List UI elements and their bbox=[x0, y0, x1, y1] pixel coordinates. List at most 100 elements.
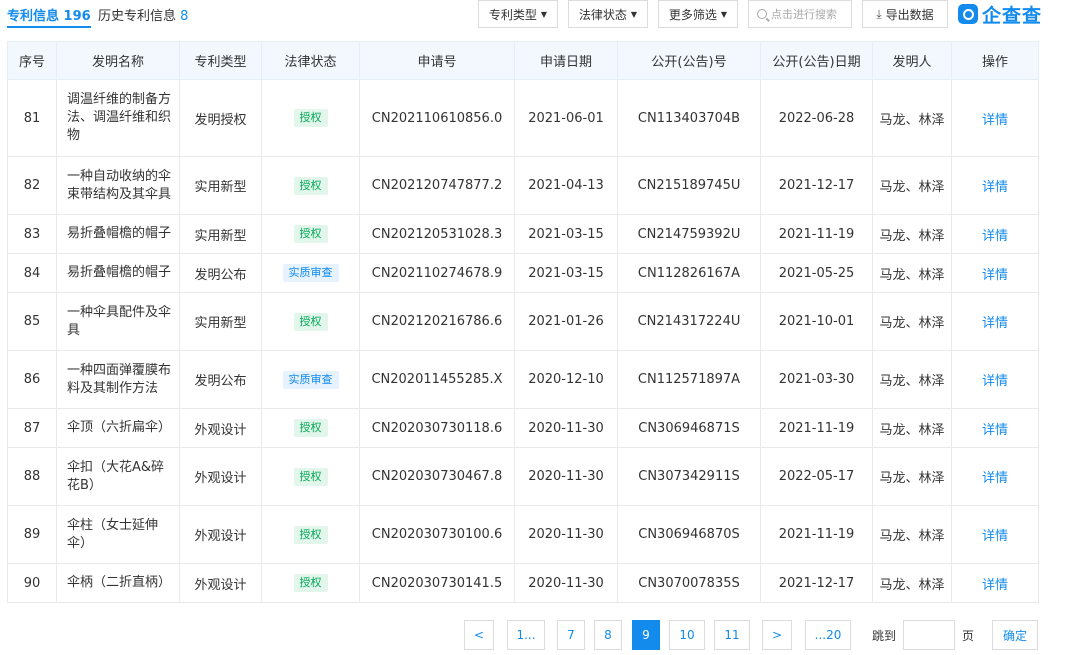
tab-patent-info[interactable]: 专利信息 196 bbox=[7, 5, 91, 28]
status-badge: 授权 bbox=[293, 109, 328, 127]
download-icon: ⤓ bbox=[876, 6, 882, 21]
cell-inventors: 马龙、林泽 bbox=[872, 350, 952, 409]
cell-application-number: CN202120747877.2 bbox=[359, 156, 515, 215]
cell-inventors: 马龙、林泽 bbox=[872, 214, 952, 254]
table-row: 84 易折叠帽檐的帽子 发明公布 实质审查 CN202110274678.9 2… bbox=[7, 253, 1039, 293]
cell-title: 伞柱（女士延伸伞） bbox=[56, 505, 180, 564]
cell-publication-date: 2021-11-19 bbox=[760, 505, 873, 564]
cell-patent-type: 实用新型 bbox=[179, 214, 262, 254]
cell-index: 86 bbox=[7, 350, 57, 409]
detail-link[interactable]: 详情 bbox=[982, 180, 1008, 195]
cell-application-number: CN202030730118.6 bbox=[359, 408, 515, 448]
table-row: 90 伞柄（二折直柄） 外观设计 授权 CN202030730141.5 202… bbox=[7, 563, 1039, 603]
brand-logo: 企查查 bbox=[958, 1, 1042, 27]
cell-publication-number: CN215189745U bbox=[617, 156, 761, 215]
cell-legal-status: 授权 bbox=[261, 292, 360, 351]
detail-link[interactable]: 详情 bbox=[982, 529, 1008, 544]
status-badge: 实质审查 bbox=[282, 370, 339, 389]
cell-publication-number: CN306946870S bbox=[617, 505, 761, 564]
cell-index: 81 bbox=[7, 79, 57, 157]
cell-patent-type: 实用新型 bbox=[179, 156, 262, 215]
table-header-row: 序号 发明名称 专利类型 法律状态 申请号 申请日期 公开(公告)号 公开(公告… bbox=[7, 41, 1039, 80]
cell-inventors: 马龙、林泽 bbox=[872, 156, 952, 215]
table-row: 89 伞柱（女士延伸伞） 外观设计 授权 CN202030730100.6 20… bbox=[7, 505, 1039, 564]
detail-link[interactable]: 详情 bbox=[982, 471, 1008, 486]
cell-patent-type: 实用新型 bbox=[179, 292, 262, 351]
page-button-9-current[interactable]: 9 bbox=[632, 620, 660, 650]
last-page-button[interactable]: ...20 bbox=[805, 620, 851, 650]
page-button-11[interactable]: 11 bbox=[714, 620, 750, 650]
page-button-8[interactable]: 8 bbox=[594, 620, 622, 650]
cell-actions: 详情 bbox=[951, 79, 1039, 157]
detail-link[interactable]: 详情 bbox=[982, 268, 1008, 283]
table-row: 88 伞扣（大花A&碎花B） 外观设计 授权 CN202030730467.8 … bbox=[7, 447, 1039, 506]
detail-link[interactable]: 详情 bbox=[982, 374, 1008, 389]
dropdown-label: 法律状态 bbox=[578, 7, 627, 22]
cell-publication-number: CN112826167A bbox=[617, 253, 761, 293]
status-badge: 授权 bbox=[293, 176, 328, 195]
title-text: 一种自动收纳的伞束带结构及其伞具 bbox=[67, 168, 172, 202]
title-text: 伞顶（六折扁伞） bbox=[67, 420, 172, 435]
cell-publication-date: 2021-03-30 bbox=[760, 350, 873, 409]
cell-publication-date: 2022-05-17 bbox=[760, 447, 873, 506]
header-inventors: 发明人 bbox=[872, 41, 952, 80]
cell-legal-status: 授权 bbox=[261, 447, 360, 506]
cell-publication-number: CN307007835S bbox=[617, 563, 761, 603]
more-filters-dropdown[interactable]: 更多筛选 ▼ bbox=[658, 0, 738, 28]
detail-link[interactable]: 详情 bbox=[982, 316, 1008, 331]
patent-type-dropdown[interactable]: 专利类型 ▼ bbox=[478, 0, 558, 28]
dropdown-label: 更多筛选 bbox=[668, 7, 717, 22]
cell-legal-status: 授权 bbox=[261, 79, 360, 157]
search-input[interactable] bbox=[771, 7, 847, 21]
header-legal-status: 法律状态 bbox=[261, 41, 360, 80]
detail-link[interactable]: 详情 bbox=[982, 113, 1008, 128]
detail-link[interactable]: 详情 bbox=[982, 423, 1008, 438]
page-button-10[interactable]: 10 bbox=[669, 620, 705, 650]
title-text: 伞扣（大花A&碎花B） bbox=[67, 459, 165, 493]
cell-title: 伞柄（二折直柄） bbox=[56, 563, 180, 603]
title-text: 调温纤维的制备方法、调温纤维和织物 bbox=[67, 92, 172, 143]
detail-link[interactable]: 详情 bbox=[982, 578, 1008, 593]
tab-count: 8 bbox=[180, 9, 189, 24]
page-unit-label: 页 bbox=[962, 629, 975, 643]
cell-publication-number: CN307342911S bbox=[617, 447, 761, 506]
prev-page-button[interactable]: < bbox=[464, 620, 494, 650]
cell-index: 85 bbox=[7, 292, 57, 351]
cell-title: 调温纤维的制备方法、调温纤维和织物 bbox=[56, 79, 180, 157]
top-bar: 专利信息 196 历史专利信息 8 专利类型 ▼ 法律状态 ▼ 更多筛选 ▼ ⤓… bbox=[0, 0, 1080, 32]
title-text: 一种四面弹覆膜布料及其制作方法 bbox=[67, 362, 172, 396]
pagination: < 1... 7 8 9 10 11 > ...20 跳到 页 确定 bbox=[0, 620, 1080, 650]
brand-name: 企查查 bbox=[982, 4, 1043, 27]
cell-legal-status: 授权 bbox=[261, 408, 360, 448]
status-badge: 授权 bbox=[293, 312, 328, 331]
cell-application-date: 2021-03-15 bbox=[514, 214, 618, 254]
cell-index: 87 bbox=[7, 408, 57, 448]
confirm-jump-button[interactable]: 确定 bbox=[992, 620, 1038, 650]
title-text: 易折叠帽檐的帽子 bbox=[67, 265, 172, 280]
cell-index: 90 bbox=[7, 563, 57, 603]
cell-inventors: 马龙、林泽 bbox=[872, 563, 952, 603]
page-jump-input[interactable] bbox=[903, 620, 955, 650]
cell-publication-number: CN112571897A bbox=[617, 350, 761, 409]
cell-actions: 详情 bbox=[951, 408, 1039, 448]
legal-status-dropdown[interactable]: 法律状态 ▼ bbox=[568, 0, 648, 28]
header-patent-type: 专利类型 bbox=[179, 41, 262, 80]
next-page-button[interactable]: > bbox=[762, 620, 792, 650]
search-box bbox=[748, 0, 852, 28]
export-data-button[interactable]: ⤓ 导出数据 bbox=[862, 0, 948, 28]
cell-actions: 详情 bbox=[951, 447, 1039, 506]
cell-application-number: CN202030730141.5 bbox=[359, 563, 515, 603]
cell-title: 易折叠帽檐的帽子 bbox=[56, 253, 180, 293]
first-page-button[interactable]: 1... bbox=[507, 620, 545, 650]
detail-link[interactable]: 详情 bbox=[982, 229, 1008, 244]
cell-application-number: CN202110274678.9 bbox=[359, 253, 515, 293]
cell-index: 88 bbox=[7, 447, 57, 506]
title-text: 一种伞具配件及伞具 bbox=[67, 304, 172, 338]
cell-index: 82 bbox=[7, 156, 57, 215]
title-text: 易折叠帽檐的帽子 bbox=[67, 226, 172, 241]
cell-application-number: CN202011455285.X bbox=[359, 350, 515, 409]
search-icon bbox=[757, 9, 767, 19]
jump-to-label: 跳到 bbox=[872, 629, 897, 643]
tab-history-patent-info[interactable]: 历史专利信息 8 bbox=[98, 5, 188, 24]
page-button-7[interactable]: 7 bbox=[557, 620, 585, 650]
